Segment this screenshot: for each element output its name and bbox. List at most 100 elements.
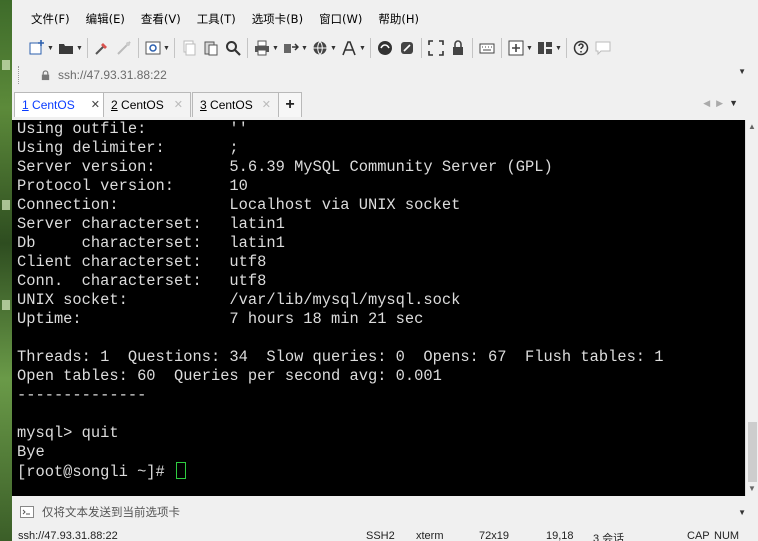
- menu-view[interactable]: 查看(V): [133, 9, 189, 29]
- tab-1-centos[interactable]: 1 CentOS ✕: [14, 92, 108, 117]
- search-icon: [224, 39, 242, 57]
- scrollbar-thumb[interactable]: [748, 422, 757, 482]
- script-icon: [398, 39, 416, 57]
- copy-button[interactable]: [178, 37, 200, 59]
- menu-bar: 文件(F) 编辑(E) 查看(V) 工具(T) 选项卡(B) 窗口(W) 帮助(…: [12, 8, 758, 30]
- menu-tools[interactable]: 工具(T): [189, 9, 244, 29]
- fullscreen-button[interactable]: [425, 37, 447, 59]
- tab-label: CentOS: [206, 98, 253, 112]
- menu-tabs[interactable]: 选项卡(B): [244, 9, 311, 29]
- reconnect-button[interactable]: [91, 37, 113, 59]
- menu-window[interactable]: 窗口(W): [311, 9, 370, 29]
- copy-icon: [180, 39, 198, 57]
- tab-3-centos[interactable]: 3 CentOS ✕: [192, 92, 279, 117]
- open-button[interactable]: ▼: [55, 37, 84, 59]
- status-protocol: SSH2: [366, 530, 395, 541]
- status-sessions: 3 会话: [593, 533, 625, 541]
- close-icon[interactable]: ✕: [91, 98, 100, 111]
- font-button[interactable]: ▼: [338, 37, 367, 59]
- font-icon: [340, 39, 358, 57]
- status-cursor-position: 19,18: [546, 530, 574, 541]
- layout-button[interactable]: ▼: [534, 37, 563, 59]
- chevron-down-icon[interactable]: ▼: [301, 45, 308, 52]
- keyboard-button[interactable]: [476, 37, 498, 59]
- scroll-up-icon[interactable]: ▲: [748, 122, 756, 131]
- terminal-line: Threads: 1 Questions: 34 Slow queries: 0…: [17, 348, 664, 366]
- properties-icon: [144, 39, 162, 57]
- xftp-button[interactable]: [374, 37, 396, 59]
- chevron-down-icon[interactable]: ▼: [738, 508, 746, 517]
- tab-number: 1: [22, 98, 29, 112]
- transfer-button[interactable]: ▼: [280, 37, 309, 59]
- chat-button[interactable]: [592, 37, 614, 59]
- new-tab-button[interactable]: +: [278, 92, 302, 117]
- disconnect-button[interactable]: [113, 37, 135, 59]
- address-text[interactable]: ssh://47.93.31.88:22: [58, 68, 167, 82]
- compose-placeholder[interactable]: 仅将文本发送到当前选项卡: [42, 504, 180, 520]
- chevron-down-icon[interactable]: ▼: [526, 45, 533, 52]
- terminal-line: mysql> quit: [17, 424, 119, 442]
- chevron-left-icon[interactable]: ◀: [703, 98, 716, 108]
- close-icon[interactable]: ✕: [174, 98, 183, 111]
- status-bar: ssh://47.93.31.88:22 SSH2 xterm 72x19 19…: [12, 530, 758, 541]
- chevron-down-icon[interactable]: ▼: [729, 98, 744, 108]
- paste-icon: [202, 39, 220, 57]
- chevron-down-icon[interactable]: ▼: [47, 45, 54, 52]
- help-button[interactable]: [570, 37, 592, 59]
- add-tab-button[interactable]: ▼: [505, 37, 534, 59]
- menu-file[interactable]: 文件(F): [12, 9, 78, 29]
- terminal-line: Server version: 5.6.39 MySQL Community S…: [17, 158, 553, 176]
- toolbar-separator: [247, 38, 248, 58]
- compose-icon: [20, 506, 34, 518]
- script-button[interactable]: [396, 37, 418, 59]
- status-terminal-type: xterm: [416, 530, 444, 541]
- paste-button[interactable]: [200, 37, 222, 59]
- toolbar-grip[interactable]: [18, 66, 22, 84]
- toolbar-separator: [421, 38, 422, 58]
- help-icon: [572, 39, 590, 57]
- toolbar-separator: [174, 38, 175, 58]
- status-address: ssh://47.93.31.88:22: [18, 530, 118, 541]
- compose-bar[interactable]: 仅将文本发送到当前选项卡 ▼: [12, 500, 758, 524]
- chevron-down-icon[interactable]: ▼: [330, 45, 337, 52]
- chevron-down-icon[interactable]: ▼: [272, 45, 279, 52]
- chevron-down-icon[interactable]: ▼: [555, 45, 562, 52]
- address-bar[interactable]: ssh://47.93.31.88:22 ▼: [12, 64, 758, 86]
- terminal-output[interactable]: Using outfile: '' Using delimiter: ; Serve…: [12, 120, 745, 496]
- toolbar-separator: [472, 38, 473, 58]
- chevron-down-icon[interactable]: ▼: [163, 45, 170, 52]
- chevron-down-icon[interactable]: ▼: [359, 45, 366, 52]
- menu-edit[interactable]: 编辑(E): [78, 9, 133, 29]
- new-session-button[interactable]: ▼: [26, 37, 55, 59]
- scroll-down-icon[interactable]: ▼: [748, 484, 756, 493]
- print-icon: [253, 39, 271, 57]
- toolbar: ▼ ▼ ▼ ▼ ▼ ▼ ▼ ▼ ▼: [12, 34, 758, 62]
- chevron-right-icon[interactable]: ▶: [716, 98, 729, 108]
- status-num-lock: NUM: [714, 530, 740, 541]
- print-button[interactable]: ▼: [251, 37, 280, 59]
- toolbar-separator: [138, 38, 139, 58]
- terminal-line: Client characterset: utf8: [17, 253, 267, 271]
- tab-2-centos[interactable]: 2 CentOS ✕: [103, 92, 191, 117]
- terminal-scrollbar[interactable]: ▲ ▼: [745, 120, 758, 496]
- close-icon[interactable]: ✕: [262, 98, 271, 111]
- disconnect-icon: [115, 39, 133, 57]
- encoding-button[interactable]: ▼: [309, 37, 338, 59]
- menu-help[interactable]: 帮助(H): [370, 9, 427, 29]
- tab-number: 2: [111, 98, 118, 112]
- toolbar-separator: [501, 38, 502, 58]
- layout-icon: [536, 39, 554, 57]
- properties-button[interactable]: ▼: [142, 37, 171, 59]
- chat-icon: [594, 39, 612, 57]
- keyboard-icon: [478, 39, 496, 57]
- terminal-cursor: [176, 462, 187, 479]
- chevron-down-icon[interactable]: ▼: [738, 67, 746, 76]
- chevron-down-icon[interactable]: ▼: [76, 45, 83, 52]
- terminal-prompt-line[interactable]: [root@songli ~]#: [12, 462, 745, 481]
- find-button[interactable]: [222, 37, 244, 59]
- status-size: 72x19: [479, 530, 509, 541]
- terminal-line: Server characterset: latin1: [17, 215, 285, 233]
- lock-button[interactable]: [447, 37, 469, 59]
- tab-nav: ◀▶▼: [703, 98, 744, 109]
